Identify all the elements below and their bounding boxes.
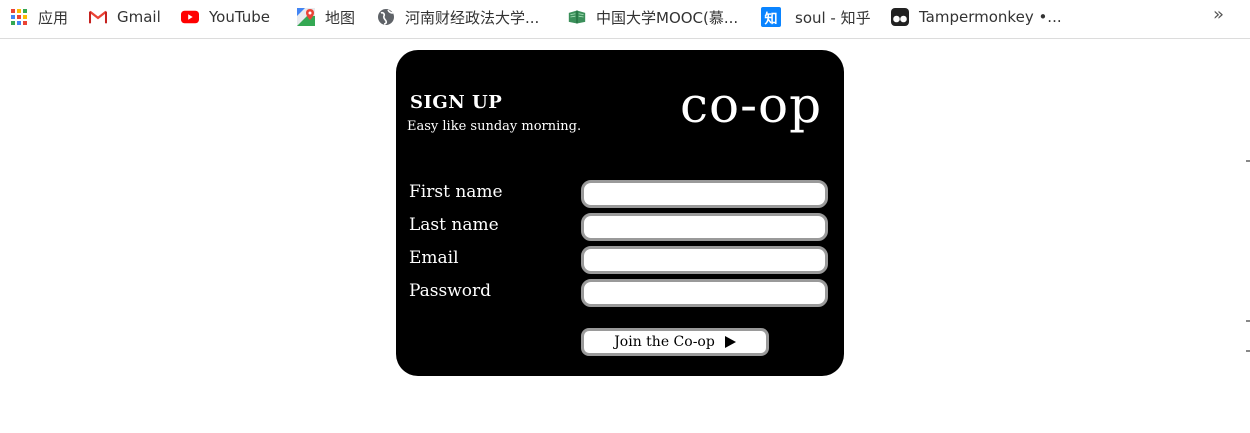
join-coop-label: Join the Co-op — [614, 334, 715, 350]
maps-icon — [297, 8, 315, 26]
last-name-input[interactable] — [581, 213, 828, 241]
apps-grid-icon — [10, 8, 28, 26]
bookmark-gmail[interactable]: Gmail — [89, 6, 161, 28]
bookmarks-overflow-button[interactable]: » — [1213, 4, 1224, 25]
password-input[interactable] — [581, 279, 828, 307]
email-label: Email — [409, 248, 459, 268]
globe-icon — [377, 8, 395, 26]
bookmarks-bar: 应用 Gmail YouTube 地图 河南财经政法大学... 中国大学MOOC… — [0, 0, 1250, 39]
bookmark-mooc[interactable]: 中国大学MOOC(慕... — [568, 6, 738, 28]
signup-card: SIGN UP Easy like sunday morning. co-op … — [396, 50, 844, 376]
play-arrow-icon — [724, 336, 736, 348]
bookmark-hnfeu[interactable]: 河南财经政法大学... — [377, 6, 539, 28]
first-name-input[interactable] — [581, 180, 828, 208]
scrollbar-marker — [1246, 350, 1250, 352]
zhihu-icon: 知 — [761, 7, 781, 27]
bookmark-label: soul - 知乎 — [795, 8, 871, 27]
gmail-icon — [89, 8, 107, 26]
password-label: Password — [409, 281, 492, 301]
last-name-label: Last name — [409, 215, 499, 235]
bookmark-tampermonkey[interactable]: Tampermonkey •... — [891, 6, 1062, 28]
tampermonkey-icon — [891, 8, 909, 26]
mooc-icon — [568, 8, 586, 26]
bookmark-apps[interactable]: 应用 — [10, 6, 68, 28]
bookmark-label: 中国大学MOOC(慕... — [596, 8, 739, 27]
bookmark-maps[interactable]: 地图 — [297, 6, 355, 28]
bookmark-label: Tampermonkey •... — [919, 8, 1062, 26]
bookmark-label: 地图 — [325, 8, 356, 27]
bookmark-zhihu[interactable]: 知 soul - 知乎 — [761, 6, 871, 28]
scrollbar-marker — [1246, 160, 1250, 162]
join-coop-button[interactable]: Join the Co-op — [581, 328, 769, 356]
coop-logo: co-op — [680, 76, 823, 134]
signup-subtitle: Easy like sunday morning. — [407, 119, 582, 134]
email-input[interactable] — [581, 246, 828, 274]
bookmark-label: 河南财经政法大学... — [405, 8, 540, 27]
bookmark-label: YouTube — [209, 8, 270, 26]
first-name-label: First name — [409, 182, 503, 202]
youtube-icon — [181, 8, 199, 26]
bookmark-label: 应用 — [38, 8, 69, 27]
signup-title: SIGN UP — [410, 92, 503, 113]
scrollbar-marker — [1246, 320, 1250, 322]
bookmark-label: Gmail — [117, 8, 161, 26]
bookmark-youtube[interactable]: YouTube — [181, 6, 270, 28]
